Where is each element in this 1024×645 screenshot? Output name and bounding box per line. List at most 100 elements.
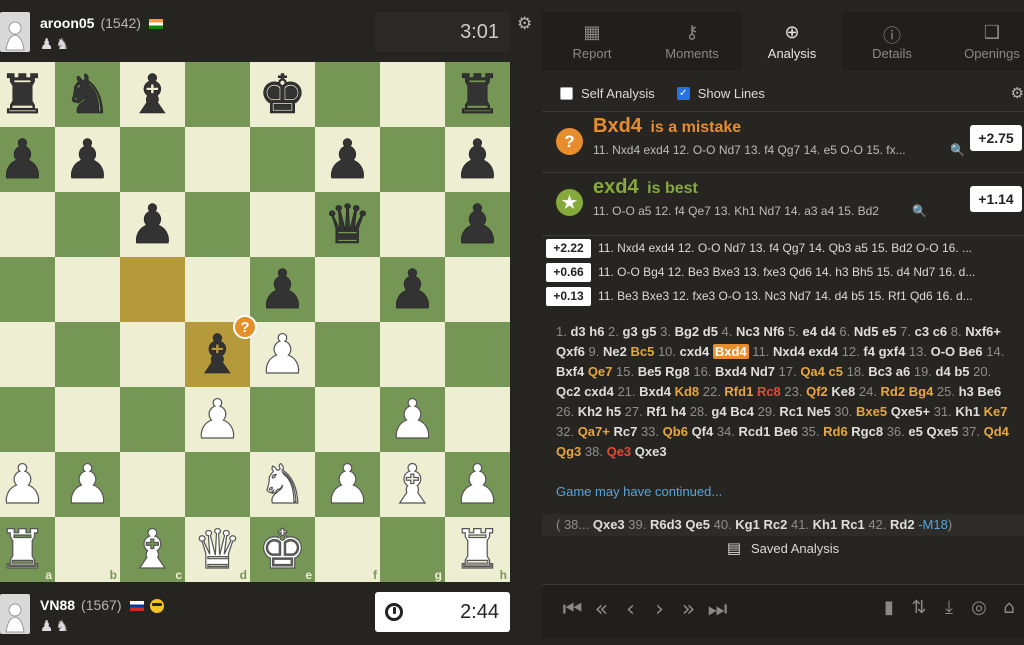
next-fast-icon[interactable]: » — [674, 597, 703, 622]
square-b8[interactable]: ♞ — [55, 62, 120, 127]
square-c2[interactable] — [120, 452, 185, 517]
engine-settings-gear-icon[interactable]: ⚙ — [1011, 84, 1024, 102]
move[interactable]: Qf2 — [806, 384, 828, 399]
white-pawn-piece[interactable]: ♟ — [453, 456, 503, 511]
self-analysis-checkbox[interactable] — [560, 86, 573, 100]
square-e5[interactable]: ♟ — [250, 257, 315, 322]
move[interactable]: Qxe5 — [926, 424, 958, 439]
black-pawn-piece[interactable]: ♟ — [453, 132, 502, 187]
move[interactable]: g3 — [623, 324, 638, 339]
square-e4[interactable]: ♟ — [250, 322, 315, 387]
square-a8[interactable]: ♜8 — [0, 62, 55, 127]
move[interactable]: h4 — [671, 404, 686, 419]
square-g8[interactable] — [380, 62, 445, 127]
move[interactable]: Qb6 — [663, 424, 688, 439]
move[interactable]: Rgc8 — [851, 424, 883, 439]
engine-line[interactable]: +0.66 11. O-O Bg4 12. Be3 Bxe3 13. fxe3 Q… — [542, 260, 1024, 284]
white-pawn-piece[interactable]: ♟ — [323, 456, 373, 511]
white-pawn-piece[interactable]: ♟ — [0, 456, 47, 511]
next-move-icon[interactable]: › — [645, 597, 674, 622]
square-e7[interactable] — [250, 127, 315, 192]
square-c8[interactable]: ♝ — [120, 62, 185, 127]
move[interactable]: Bxd4 — [639, 384, 671, 399]
square-f3[interactable] — [315, 387, 380, 452]
square-a2[interactable]: ♟2 — [0, 452, 55, 517]
bottom-player-name[interactable]: VN88 — [40, 597, 75, 613]
move[interactable]: Qc2 — [556, 384, 581, 399]
square-e8[interactable]: ♚ — [250, 62, 315, 127]
square-g6[interactable] — [380, 192, 445, 257]
show-lines-checkbox[interactable]: ✓ — [676, 86, 690, 100]
square-g4[interactable] — [380, 322, 445, 387]
square-g3[interactable]: ♟ — [380, 387, 445, 452]
black-knight-piece[interactable]: ♞ — [63, 67, 112, 122]
last-move-icon[interactable]: ⏭ — [703, 597, 732, 622]
square-h1[interactable]: ♜ h — [445, 517, 510, 582]
square-g2[interactable]: ♝ — [380, 452, 445, 517]
move[interactable]: Rfd1 — [724, 384, 753, 399]
flip-board-icon[interactable]: ⇅ — [904, 597, 934, 618]
move[interactable]: c6 — [933, 324, 947, 339]
move[interactable]: e5 — [882, 324, 896, 339]
tab-openings[interactable]: ❑ Openings — [942, 12, 1024, 70]
move[interactable]: Qe5 — [685, 517, 710, 532]
move[interactable]: Rc1 — [779, 404, 803, 419]
move[interactable]: Ne2 — [603, 344, 627, 359]
move[interactable]: Be6 — [977, 384, 1001, 399]
move[interactable]: Bg2 — [675, 324, 700, 339]
square-h8[interactable]: ♜ — [445, 62, 510, 127]
previous-fast-icon[interactable]: « — [587, 597, 616, 622]
best-line[interactable]: 11. O-O a5 12. f4 Qe7 13. Kh1 Nd7 14. a3… — [593, 204, 913, 218]
tab-details[interactable]: ⓘ Details — [842, 12, 942, 70]
square-c3[interactable] — [120, 387, 185, 452]
move[interactable]: exd4 — [808, 344, 838, 359]
move[interactable]: Qa4 — [800, 364, 825, 379]
mistake-search-icon[interactable]: 🔍 — [950, 143, 965, 157]
graph-icon[interactable]: ▮ — [874, 597, 904, 618]
move[interactable]: Nd5 — [854, 324, 879, 339]
share-icon[interactable]: ⌂ — [994, 597, 1024, 618]
black-bishop-piece[interactable]: ♝ — [193, 327, 242, 382]
white-pawn-piece[interactable]: ♟ — [63, 456, 113, 511]
move[interactable]: h5 — [606, 404, 621, 419]
move[interactable]: Rcd1 — [739, 424, 771, 439]
square-f8[interactable] — [315, 62, 380, 127]
engine-icon[interactable]: ◎ — [964, 597, 994, 618]
move[interactable]: b5 — [954, 364, 969, 379]
move[interactable]: Rc2 — [763, 517, 787, 532]
black-pawn-piece[interactable]: ♟ — [0, 132, 47, 187]
move[interactable]: Rd2 — [881, 384, 906, 399]
square-c4[interactable] — [120, 322, 185, 387]
square-a7[interactable]: ♟7 — [0, 127, 55, 192]
move[interactable]: cxd4 — [680, 344, 710, 359]
move[interactable]: Kh1 — [955, 404, 980, 419]
move[interactable]: Kh2 — [578, 404, 603, 419]
square-a5[interactable]: 5 — [0, 257, 55, 322]
white-knight-piece[interactable]: ♞ — [258, 456, 308, 511]
square-b7[interactable]: ♟ — [55, 127, 120, 192]
white-pawn-piece[interactable]: ♟ — [193, 391, 243, 446]
square-f7[interactable]: ♟ — [315, 127, 380, 192]
move[interactable]: Nxf6+ — [965, 324, 1001, 339]
square-c7[interactable] — [120, 127, 185, 192]
board-settings-gear-icon[interactable]: ⚙ — [517, 14, 532, 34]
square-f1[interactable]: f — [315, 517, 380, 582]
square-e3[interactable] — [250, 387, 315, 452]
move[interactable]: Ne5 — [807, 404, 831, 419]
square-c6[interactable]: ♟ — [120, 192, 185, 257]
move[interactable]: Rc1 — [841, 517, 865, 532]
square-a1[interactable]: ♜a1 — [0, 517, 55, 582]
tab-moments[interactable]: ⚷ Moments — [642, 12, 742, 70]
move[interactable]: Qxf6 — [556, 344, 585, 359]
move[interactable]: Rf1 — [646, 404, 667, 419]
move[interactable]: Be6 — [774, 424, 798, 439]
move[interactable]: Rc7 — [613, 424, 637, 439]
move[interactable]: g4 — [711, 404, 726, 419]
move[interactable]: c3 — [915, 324, 929, 339]
square-g5[interactable]: ♟ — [380, 257, 445, 322]
chess-board[interactable]: ♜8♞♝♚♜♟7♟♟♟6♟♛♟5♟♟4♝?♟3♟♟♟2♟♞♟♝♟♜a1b♝c♛d… — [0, 62, 510, 582]
move[interactable]: Qd4 — [984, 424, 1009, 439]
show-lines-toggle[interactable]: ✓ Show Lines — [676, 86, 765, 101]
square-h6[interactable]: ♟ — [445, 192, 510, 257]
move[interactable]: Kh1 — [813, 517, 838, 532]
